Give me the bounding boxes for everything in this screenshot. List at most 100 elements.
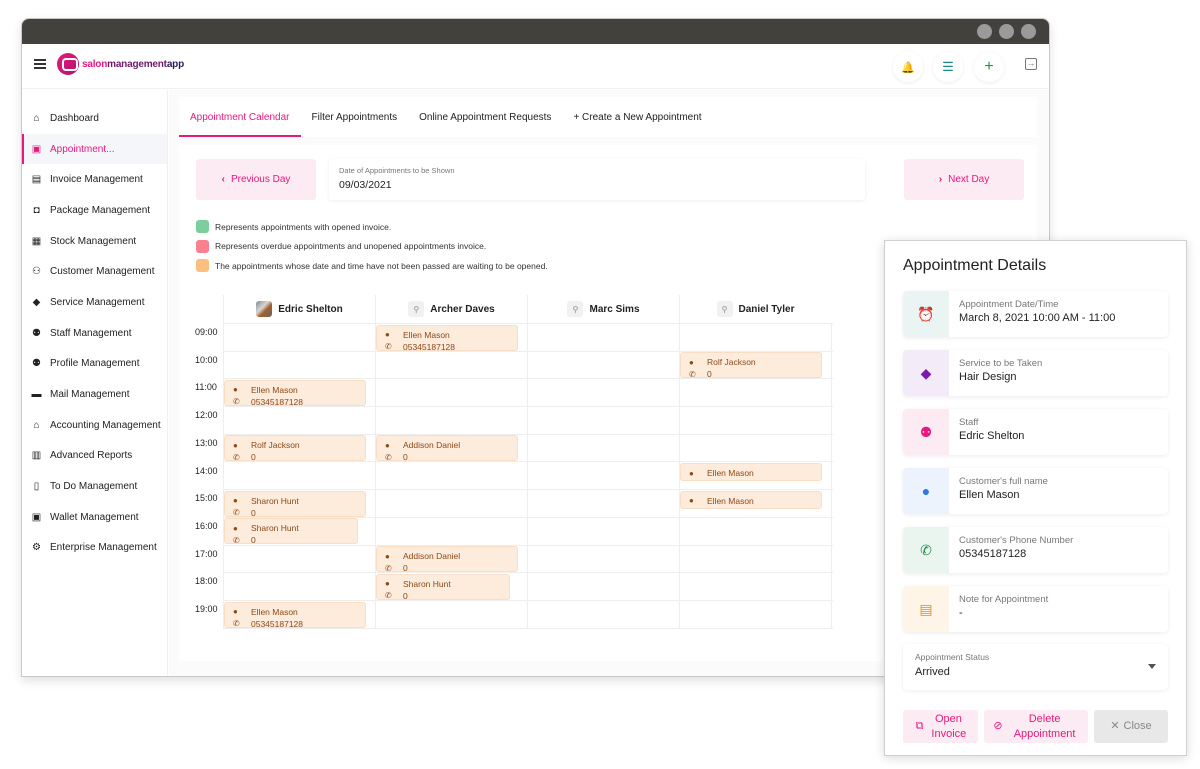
tab-appointment-calendar[interactable]: Appointment Calendar [179, 97, 301, 137]
appointment-customer: ● Rolf Jackson [689, 356, 821, 368]
sidebar-item-advanced-reports[interactable]: ▥ Advanced Reports [22, 441, 167, 472]
appointment-card[interactable]: ● Sharon Hunt ✆ 0 [376, 573, 510, 600]
detail-value: Hair Design [959, 371, 1017, 383]
todo-icon: ▯ [33, 481, 40, 493]
sidebar-item-mail-management[interactable]: ▬ Mail Management [22, 379, 167, 410]
hour-row[interactable] [223, 546, 833, 574]
person-icon: ● [385, 551, 390, 561]
legend-item: Represents overdue appointments and unop… [196, 237, 548, 257]
detail-label: Customer's Phone Number [959, 535, 1074, 546]
customer-name: Ellen Mason [707, 468, 754, 478]
date-field[interactable]: Date of Appointments to be Shown 09/03/2… [329, 159, 865, 200]
appointment-card[interactable]: ● Ellen Mason ✆ 05345187128 [224, 379, 366, 406]
sidebar-item-appointment[interactable]: ▣ Appointment... [22, 133, 167, 165]
appointment-customer: ● Ellen Mason [233, 606, 365, 618]
sidebar-item-staff-management[interactable]: ⚉ Staff Management [22, 318, 167, 349]
appointment-card[interactable]: ● Ellen Mason [680, 490, 822, 509]
detail-label: Staff [959, 417, 979, 428]
customer-phone: 0 [403, 590, 408, 600]
menu-collapse-button[interactable]: ☰ [933, 52, 963, 82]
delete-appointment-button[interactable]: ⊘ Delete Appointment [984, 710, 1088, 743]
close-button[interactable]: ✕ Close [1094, 710, 1168, 743]
gear-icon: ⚙ [32, 542, 41, 554]
add-button[interactable]: + [974, 52, 1004, 82]
phone-icon: ✆ [233, 619, 240, 628]
sidebar-item-invoice-management[interactable]: ▤ Invoice Management [22, 164, 167, 195]
appointment-card[interactable]: ● Ellen Mason ✆ 05345187128 [224, 601, 366, 628]
appointment-card[interactable]: ● Sharon Hunt ✆ 0 [224, 490, 366, 517]
message-icon: ▬ [31, 389, 42, 401]
sidebar-item-customer-management[interactable]: ⚇ Customer Management [22, 256, 167, 287]
alarm-clock-icon: ⏰ [903, 291, 949, 337]
notifications-button[interactable]: 🔔 [893, 52, 923, 82]
appointment-status-select[interactable]: Appointment Status Arrived [903, 644, 1168, 690]
phone-icon: ✆ [903, 527, 949, 573]
sidebar-item-enterprise-management[interactable]: ⚙ Enterprise Management [22, 533, 167, 564]
hour-row[interactable] [223, 407, 833, 435]
customer-name: Addison Daniel [403, 440, 461, 451]
logo-text: salonmanagementapp [82, 58, 184, 70]
sidebar-item-package-management[interactable]: ◘ Package Management [22, 195, 167, 226]
appointment-card[interactable]: ● Ellen Mason ✆ 05345187128 [376, 324, 518, 351]
window-control-button[interactable] [1021, 24, 1036, 39]
appointment-card[interactable]: ● Rolf Jackson ✆ 0 [224, 435, 366, 462]
customer-phone: 05345187128 [403, 341, 456, 351]
status-label: Appointment Status [915, 652, 990, 662]
appointment-phone: ✆ 0 [233, 534, 357, 543]
logo-mark-icon [57, 53, 79, 75]
tab-filter-appointments[interactable]: Filter Appointments [301, 97, 409, 137]
appointment-customer: ● Ellen Mason [385, 329, 517, 341]
app-logo[interactable]: salonmanagementapp [57, 53, 184, 75]
hour-label: 11:00 [195, 382, 217, 393]
sidebar-item-service-management[interactable]: ◆ Service Management [22, 287, 167, 318]
customer-phone: 05345187128 [251, 618, 304, 628]
sidebar-item-to-do-management[interactable]: ▯ To Do Management [22, 471, 167, 502]
staff-column-header: ⚲ Archer Daves [375, 295, 527, 323]
sidebar-item-profile-management[interactable]: ⚉ Profile Management [22, 349, 167, 380]
phone-icon: ✆ [385, 591, 392, 600]
tab-online-appointment-requests[interactable]: Online Appointment Requests [408, 97, 562, 137]
appointment-card[interactable]: ● Addison Daniel ✆ 0 [376, 546, 518, 573]
chart-icon: ▥ [31, 450, 42, 462]
customer-name: Ellen Mason [251, 384, 298, 395]
customer-phone: 0 [707, 369, 712, 379]
phone-icon: ✆ [385, 342, 392, 351]
person-icon: ● [689, 468, 694, 478]
customer-name: Sharon Hunt [403, 578, 451, 589]
hour-row[interactable] [223, 324, 833, 352]
profile-icon: ⚉ [32, 358, 41, 370]
previous-day-button[interactable]: ‹ Previous Day [196, 159, 316, 200]
tab-create-a-new-appointment[interactable]: + Create a New Appointment [562, 97, 712, 137]
appointment-customer: ● Ellen Mason [689, 495, 821, 507]
appointment-phone: ✆ 0 [385, 590, 509, 600]
appointment-card[interactable]: ● Rolf Jackson ✆ 0 [680, 352, 822, 379]
appointment-customer: ● Sharon Hunt [233, 522, 357, 534]
close-icon: ✕ [1110, 720, 1120, 732]
detail-text: Customer's full name Ellen Mason [949, 468, 1048, 514]
window-control-button[interactable] [999, 24, 1014, 39]
sidebar-item-stock-management[interactable]: ▦ Stock Management [22, 226, 167, 257]
sidebar-item-label: Staff Management [50, 327, 132, 339]
hamburger-menu-icon[interactable] [34, 59, 46, 69]
appointment-card[interactable]: ● Ellen Mason [680, 463, 822, 481]
hour-row[interactable] [223, 573, 833, 601]
sidebar-item-wallet-management[interactable]: ▣ Wallet Management [22, 502, 167, 533]
appointment-card[interactable]: ● Sharon Hunt ✆ 0 [224, 518, 358, 545]
sidebar-item-label: Invoice Management [50, 174, 143, 186]
window-titlebar [22, 19, 1049, 44]
customer-name: Sharon Hunt [251, 495, 299, 506]
staff-avatar: ⚲ [716, 301, 733, 317]
person-icon: ● [233, 607, 238, 616]
window-control-button[interactable] [977, 24, 992, 39]
hour-label: 18:00 [195, 576, 218, 587]
hour-label: 14:00 [195, 465, 218, 476]
document-icon: ▤ [903, 586, 949, 632]
next-day-button[interactable]: › Next Day [904, 159, 1024, 200]
sidebar-item-dashboard[interactable]: ⌂ Dashboard [22, 103, 167, 134]
logout-icon[interactable]: → [1025, 58, 1037, 70]
open-invoice-button[interactable]: ⧉ Open Invoice [903, 710, 978, 743]
sidebar-item-accounting-management[interactable]: ⌂ Accounting Management [22, 410, 167, 441]
hour-label: 17:00 [195, 548, 218, 559]
sidebar-item-label: Service Management [50, 296, 145, 308]
appointment-card[interactable]: ● Addison Daniel ✆ 0 [376, 435, 518, 462]
